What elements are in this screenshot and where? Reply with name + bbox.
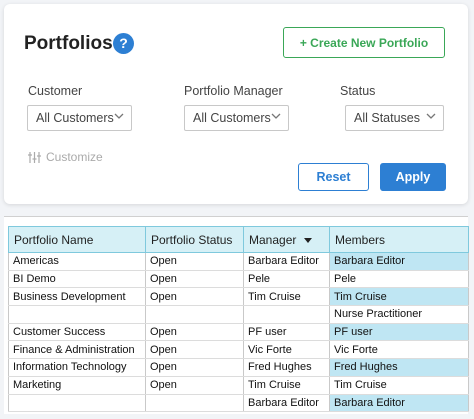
- column-header-manager[interactable]: Manager: [243, 226, 330, 253]
- customer-filter-label: Customer: [28, 84, 83, 98]
- portfolio-name-cell: BI Demo: [8, 270, 146, 289]
- filter-panel: Portfolios ? + Create New Portfolio Cust…: [4, 4, 468, 204]
- table-row[interactable]: BI Demo Open Pele Pele: [8, 270, 469, 289]
- status-select[interactable]: All Statuses: [345, 105, 444, 131]
- manager-cell: [243, 305, 330, 324]
- manager-cell: Tim Cruise: [243, 287, 330, 307]
- manager-cell: Fred Hughes: [243, 358, 330, 377]
- member-cell: Nurse Practitioner: [329, 305, 469, 324]
- chevron-down-icon: [114, 113, 124, 119]
- member-cell: PF user: [329, 323, 469, 342]
- portfolio-name-cell: Business Development: [8, 287, 146, 307]
- portfolio-name-cell: Marketing: [8, 376, 146, 395]
- portfolio-name-cell: Finance & Administration: [8, 340, 146, 360]
- table-row[interactable]: Finance & Administration Open Vic Forte Vic…: [8, 340, 469, 360]
- manager-cell: Pele: [243, 270, 330, 289]
- table-row[interactable]: Marketing Open Tim Cruise Tim Cruise: [8, 376, 469, 395]
- portfolio-status-cell: Open: [145, 376, 244, 395]
- member-cell: Fred Hughes: [329, 358, 469, 377]
- manager-cell: PF user: [243, 323, 330, 342]
- manager-filter-label: Portfolio Manager: [184, 84, 283, 98]
- portfolio-name-cell: [8, 394, 146, 413]
- member-cell: Vic Forte: [329, 340, 469, 360]
- manager-cell: Tim Cruise: [243, 376, 330, 395]
- page-title: Portfolios: [24, 33, 113, 54]
- column-header-members[interactable]: Members: [329, 226, 469, 253]
- column-header-portfolio-name[interactable]: Portfolio Name: [8, 226, 146, 253]
- customize-label: Customize: [46, 150, 103, 164]
- portfolio-name-cell: [8, 305, 146, 324]
- table-row[interactable]: Nurse Practitioner: [8, 305, 469, 324]
- portfolio-status-cell: Open: [145, 252, 244, 271]
- member-cell: Barbara Editor: [329, 394, 469, 413]
- portfolio-status-cell: Open: [145, 270, 244, 289]
- chevron-down-icon: [271, 113, 281, 119]
- manager-cell: Barbara Editor: [243, 394, 330, 413]
- portfolio-status-cell: Open: [145, 358, 244, 377]
- customer-select[interactable]: All Customers: [27, 105, 132, 131]
- customer-select-value: All Customers: [36, 111, 114, 125]
- table-row[interactable]: Barbara Editor Barbara Editor: [8, 394, 469, 413]
- portfolio-status-cell: Open: [145, 323, 244, 342]
- member-cell: Tim Cruise: [329, 287, 469, 307]
- apply-button[interactable]: Apply: [380, 163, 446, 191]
- help-icon[interactable]: ?: [113, 33, 134, 54]
- status-filter-label: Status: [340, 84, 376, 98]
- manager-select-value: All Customers: [193, 111, 271, 125]
- status-select-value: All Statuses: [354, 111, 421, 125]
- manager-header-label: Manager: [249, 232, 297, 247]
- create-portfolio-button[interactable]: + Create New Portfolio: [283, 27, 445, 58]
- chevron-down-icon: [426, 113, 436, 119]
- portfolio-name-cell: Americas: [8, 252, 146, 271]
- sort-descending-icon: [304, 237, 313, 243]
- table-header-row: Portfolio Name Portfolio Status Manager …: [8, 226, 469, 253]
- manager-cell: Barbara Editor: [243, 252, 330, 271]
- member-cell: Barbara Editor: [329, 252, 469, 271]
- portfolio-status-cell: [145, 394, 244, 413]
- portfolio-name-cell: Information Technology: [8, 358, 146, 377]
- table-row[interactable]: Information Technology Open Fred Hughes Fre…: [8, 358, 469, 377]
- reset-button[interactable]: Reset: [298, 163, 369, 191]
- column-header-portfolio-status[interactable]: Portfolio Status: [145, 226, 244, 253]
- portfolio-status-cell: [145, 305, 244, 324]
- portfolio-table-panel: Portfolio Name Portfolio Status Manager …: [4, 216, 469, 414]
- portfolio-name-cell: Customer Success: [8, 323, 146, 342]
- portfolio-table: Portfolio Name Portfolio Status Manager …: [8, 226, 469, 413]
- member-cell: Pele: [329, 270, 469, 289]
- member-cell: Tim Cruise: [329, 376, 469, 395]
- table-row[interactable]: Business Development Open Tim Cruise Tim Cr…: [8, 287, 469, 307]
- customize-link[interactable]: Customize: [28, 150, 103, 164]
- table-row[interactable]: Customer Success Open PF user PF user: [8, 323, 469, 342]
- manager-cell: Vic Forte: [243, 340, 330, 360]
- portfolio-status-cell: Open: [145, 340, 244, 360]
- sliders-icon: [28, 151, 41, 163]
- table-row[interactable]: Americas Open Barbara Editor Barbara Editor: [8, 252, 469, 271]
- manager-select[interactable]: All Customers: [184, 105, 289, 131]
- portfolio-status-cell: Open: [145, 287, 244, 307]
